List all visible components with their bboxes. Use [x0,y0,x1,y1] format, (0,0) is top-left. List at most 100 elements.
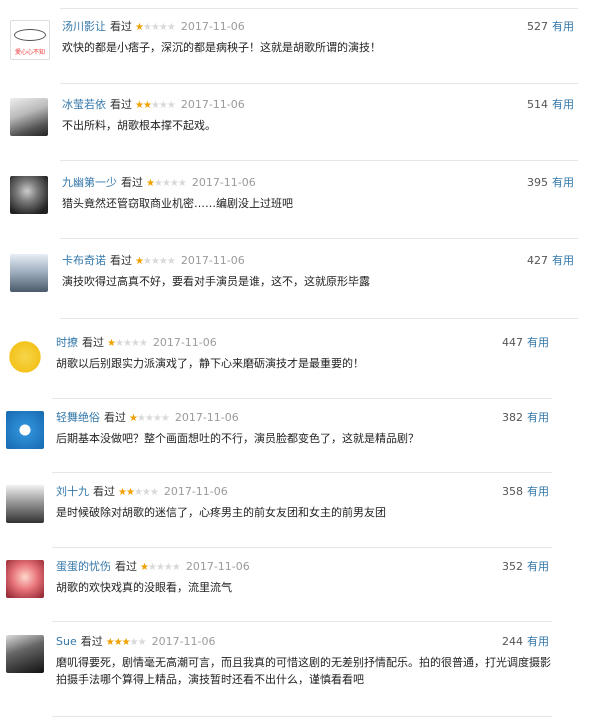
avatar[interactable] [6,485,44,523]
vote-area: 527 有用 [527,20,574,34]
star-filled-icon: ★ [105,637,115,648]
star-empty-icon: ★ [171,562,181,573]
star-filled-icon: ★ [125,487,135,498]
star-empty-icon: ★ [147,562,157,573]
star-empty-icon: ★ [177,178,187,189]
username-link[interactable]: 卡布奇诺 [62,254,106,267]
rating-stars: ★★★★★ [105,637,147,648]
comment-date: 2017-11-06 [163,485,228,498]
vote-area: 244 有用 [502,635,549,649]
vote-count: 358 [502,485,523,498]
star-empty-icon: ★ [114,338,124,349]
divider [60,8,578,9]
star-empty-icon: ★ [166,256,176,267]
avatar[interactable] [6,336,44,374]
avatar[interactable] [10,254,48,292]
comment-meta: 蛋蛋的忧伤 看过 ★★★★★ 2017-11-06 [56,560,250,575]
star-empty-icon: ★ [150,22,160,33]
star-filled-icon: ★ [135,100,144,111]
vote-count: 514 [527,98,548,111]
star-empty-icon: ★ [137,637,147,648]
avatar[interactable] [6,635,44,673]
avatar[interactable]: 愛心心不知 [10,20,50,60]
divider [60,318,578,319]
comment-date: 2017-11-06 [152,336,217,349]
username-link[interactable]: 刘十九 [56,485,89,498]
comment-meta: Sue 看过 ★★★★★ 2017-11-06 [56,635,216,650]
useful-button[interactable]: 有用 [527,336,549,349]
star-empty-icon: ★ [169,178,179,189]
star-empty-icon: ★ [161,178,171,189]
useful-button[interactable]: 有用 [527,560,549,573]
vote-area: 427 有用 [527,254,574,268]
star-empty-icon: ★ [150,100,160,111]
avatar[interactable] [10,98,48,136]
useful-button[interactable]: 有用 [552,254,574,267]
avatar[interactable] [10,176,48,214]
star-filled-icon: ★ [140,562,149,573]
useful-button[interactable]: 有用 [527,411,549,424]
comment-date: 2017-11-06 [185,560,250,573]
username-link[interactable]: 冰莹若依 [62,98,106,111]
star-empty-icon: ★ [142,22,152,33]
username-link[interactable]: 时撩 [56,336,78,349]
rating-stars: ★★★★★ [118,487,159,498]
watched-label: 看过 [80,635,103,648]
comment-text: 猎头竟然还管窃取商业机密……编剧没上过班吧 [62,197,293,210]
divider [60,83,578,84]
watched-label: 看过 [121,176,143,189]
star-empty-icon: ★ [138,338,148,349]
vote-count: 244 [502,635,523,648]
watched-label: 看过 [93,485,115,498]
comment-meta: 轻舞绝俗 看过 ★★★★★ 2017-11-06 [56,411,239,426]
comment-meta: 九幽第一少 看过 ★★★★★ 2017-11-06 [62,176,256,191]
watched-label: 看过 [104,411,126,424]
star-empty-icon: ★ [166,100,176,111]
star-filled-icon: ★ [121,637,131,648]
comment-date: 2017-11-06 [180,254,245,267]
divider [60,160,578,161]
useful-button[interactable]: 有用 [552,20,574,33]
rating-stars: ★★★★★ [107,338,148,349]
divider [52,621,552,622]
avatar[interactable] [6,411,44,449]
comment-date: 2017-11-06 [151,635,216,648]
vote-count: 527 [527,20,548,33]
rating-stars: ★★★★★ [146,178,187,189]
username-link[interactable]: 蛋蛋的忧伤 [56,560,111,573]
vote-count: 427 [527,254,548,267]
comment-text: 演技吹得过高真不好，要看对手演员是谁，这不，这就原形毕露 [62,275,370,288]
rating-stars: ★★★★★ [135,100,176,111]
star-empty-icon: ★ [152,413,162,424]
useful-button[interactable]: 有用 [552,98,574,111]
useful-button[interactable]: 有用 [552,176,574,189]
comment-meta: 卡布奇诺 看过 ★★★★★ 2017-11-06 [62,254,245,269]
vote-area: 358 有用 [502,485,549,499]
star-empty-icon: ★ [150,256,160,267]
vote-area: 352 有用 [502,560,549,574]
star-filled-icon: ★ [135,22,144,33]
username-link[interactable]: 汤川影让 [62,20,106,33]
divider [52,547,552,548]
star-filled-icon: ★ [135,256,144,267]
star-empty-icon: ★ [149,487,159,498]
comment-text: 胡歌以后别跟实力派演戏了，静下心来磨砺演技才是最重要的！ [56,357,364,370]
vote-area: 395 有用 [527,176,574,190]
star-empty-icon: ★ [158,256,168,267]
comment-text: 后期基本没做吧？整个画面想吐的不行，演员脸都变色了，这就是精品剧？ [56,432,419,445]
useful-button[interactable]: 有用 [527,635,549,648]
vote-count: 382 [502,411,523,424]
comment-date: 2017-11-06 [191,176,256,189]
username-link[interactable]: 轻舞绝俗 [56,411,100,424]
username-link[interactable]: Sue [56,635,77,648]
divider [52,716,552,717]
watched-label: 看过 [115,560,137,573]
star-empty-icon: ★ [158,22,168,33]
useful-button[interactable]: 有用 [527,485,549,498]
rating-stars: ★★★★★ [140,562,181,573]
vote-count: 395 [527,176,548,189]
watched-label: 看过 [110,98,132,111]
rating-stars: ★★★★★ [135,256,176,267]
avatar[interactable] [6,560,44,598]
username-link[interactable]: 九幽第一少 [62,176,117,189]
